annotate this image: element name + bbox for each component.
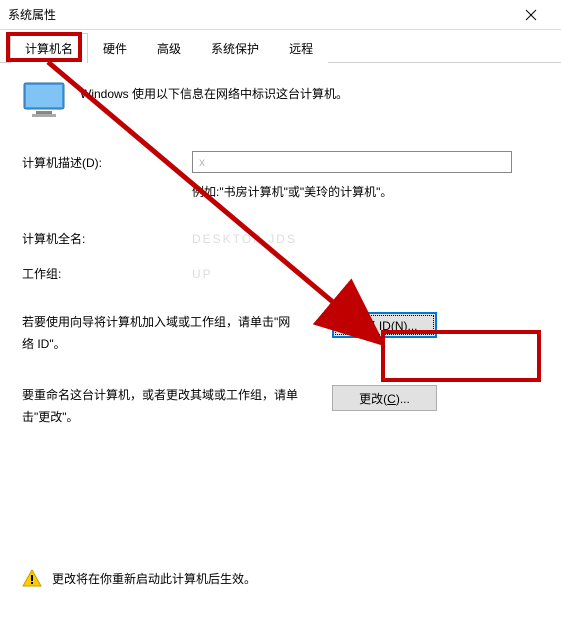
intro-row: Windows 使用以下信息在网络中标识这台计算机。 (22, 81, 539, 121)
tab-computer-name[interactable]: 计算机名 (10, 33, 88, 63)
close-icon (525, 9, 537, 21)
tab-label: 高级 (157, 42, 181, 56)
warning-icon (22, 568, 42, 588)
fullname-value: DESKTOP JDS (192, 232, 297, 246)
network-id-block: 若要使用向导将计算机加入域或工作组，请单击"网络 ID"。 网络 ID(N)..… (22, 312, 539, 355)
titlebar: 系统属性 (0, 0, 561, 30)
workgroup-row: 工作组: UP (22, 265, 539, 282)
workgroup-value: UP (192, 267, 213, 281)
tab-label: 远程 (289, 42, 313, 56)
tab-hardware[interactable]: 硬件 (88, 33, 142, 63)
network-id-text: 若要使用向导将计算机加入域或工作组，请单击"网络 ID"。 (22, 312, 302, 355)
close-button[interactable] (508, 1, 553, 29)
tab-advanced[interactable]: 高级 (142, 33, 196, 63)
rename-block: 要重命名这台计算机，或者更改其域或工作组，请单击"更改"。 更改(C)... (22, 385, 539, 428)
fullname-row: 计算机全名: DESKTOP JDS (22, 230, 539, 247)
footer-block: 更改将在你重新启动此计算机后生效。 (22, 568, 539, 588)
network-id-button[interactable]: 网络 ID(N)... (332, 312, 437, 338)
tab-label: 系统保护 (211, 42, 259, 56)
content: Windows 使用以下信息在网络中标识这台计算机。 计算机描述(D): 例如:… (0, 63, 561, 606)
footer-text: 更改将在你重新启动此计算机后生效。 (52, 570, 256, 587)
monitor-icon (22, 81, 66, 121)
intro-text: Windows 使用以下信息在网络中标识这台计算机。 (80, 81, 348, 102)
description-input[interactable] (192, 151, 512, 173)
tab-label: 计算机名 (25, 42, 73, 56)
description-label: 计算机描述(D): (22, 154, 192, 171)
description-row: 计算机描述(D): (22, 151, 539, 173)
workgroup-label: 工作组: (22, 265, 192, 282)
tab-remote[interactable]: 远程 (274, 33, 328, 63)
fullname-label: 计算机全名: (22, 230, 192, 247)
change-button[interactable]: 更改(C)... (332, 385, 437, 411)
description-hint: 例如:"书房计算机"或"美玲的计算机"。 (192, 183, 539, 200)
tab-system-protection[interactable]: 系统保护 (196, 33, 274, 63)
rename-text: 要重命名这台计算机，或者更改其域或工作组，请单击"更改"。 (22, 385, 302, 428)
tabs: 计算机名 硬件 高级 系统保护 远程 (0, 32, 561, 63)
tab-label: 硬件 (103, 42, 127, 56)
window-title: 系统属性 (8, 6, 508, 23)
